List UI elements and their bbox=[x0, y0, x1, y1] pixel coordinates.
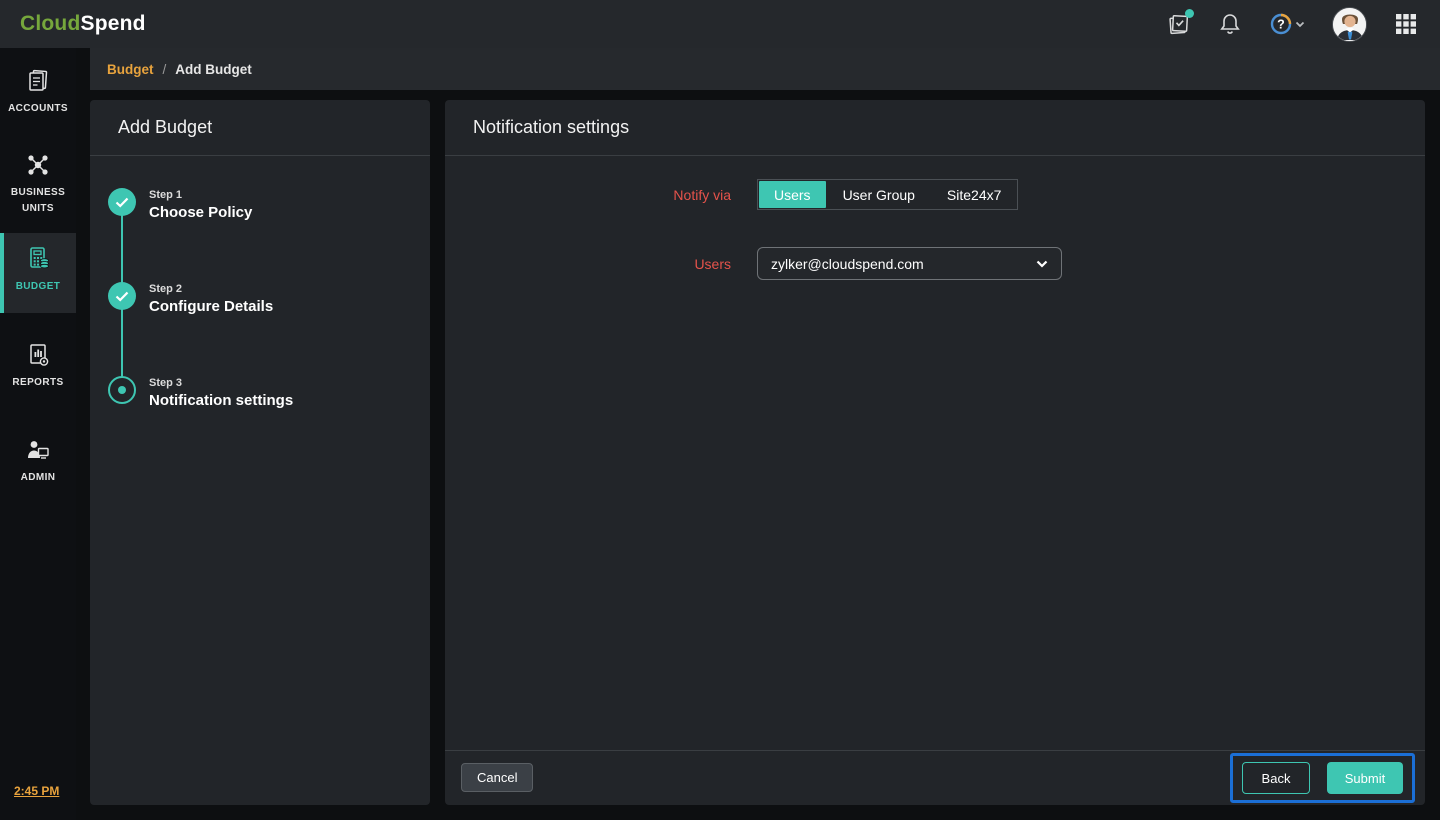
tab-users[interactable]: Users bbox=[759, 181, 826, 208]
business-units-icon bbox=[24, 152, 52, 178]
svg-text:?: ? bbox=[1277, 18, 1285, 32]
tasks-icon[interactable] bbox=[1167, 12, 1191, 36]
users-select-value: zylker@cloudspend.com bbox=[771, 256, 924, 272]
step-number: Step 2 bbox=[149, 283, 273, 295]
step-number: Step 1 bbox=[149, 189, 252, 201]
step-current-dot bbox=[118, 386, 126, 394]
help-menu[interactable]: ? bbox=[1269, 12, 1305, 36]
users-label: Users bbox=[445, 256, 757, 272]
wizard-step-1[interactable]: Step 1 Choose Policy bbox=[108, 188, 430, 282]
chevron-down-icon bbox=[1295, 21, 1305, 28]
breadcrumb-current: Add Budget bbox=[175, 62, 252, 77]
sidebar-nav: ACCOUNTS BUSINESS UNITS bbox=[0, 48, 76, 820]
step-title: Choose Policy bbox=[149, 204, 252, 221]
step-done-icon bbox=[108, 282, 136, 310]
cancel-button[interactable]: Cancel bbox=[461, 763, 533, 792]
help-icon: ? bbox=[1269, 12, 1293, 36]
reports-icon bbox=[25, 342, 51, 368]
notification-settings-panel: Notification settings Notify via Users U… bbox=[445, 100, 1425, 805]
active-indicator bbox=[0, 233, 4, 313]
tab-site24x7[interactable]: Site24x7 bbox=[931, 180, 1017, 209]
form-footer: Cancel Back Submit bbox=[445, 750, 1425, 805]
sidebar-label: BUDGET bbox=[16, 279, 61, 295]
time-link[interactable]: 2:45 PM bbox=[14, 784, 59, 798]
breadcrumb-budget-link[interactable]: Budget bbox=[107, 62, 154, 77]
add-budget-title: Add Budget bbox=[90, 100, 430, 156]
step-current-icon bbox=[108, 376, 136, 404]
notify-via-row: Notify via Users User Group Site24x7 bbox=[445, 179, 1425, 210]
cloudspend-logo[interactable]: CloudSpend bbox=[20, 12, 146, 36]
step-title: Configure Details bbox=[149, 298, 273, 315]
admin-icon bbox=[24, 437, 52, 463]
notifications-bell-icon[interactable] bbox=[1218, 12, 1242, 36]
step-done-icon bbox=[108, 188, 136, 216]
focus-highlight-box: Back Submit bbox=[1230, 753, 1415, 803]
step-number: Step 3 bbox=[149, 377, 293, 389]
sidebar-label: ACCOUNTS bbox=[8, 101, 68, 117]
breadcrumb: Budget / Add Budget bbox=[90, 48, 1440, 90]
sidebar-item-admin[interactable]: ADMIN bbox=[0, 425, 76, 486]
wizard-step-3[interactable]: Step 3 Notification settings bbox=[108, 376, 430, 470]
cloudspend-app: CloudSpend ? bbox=[0, 0, 1440, 820]
chevron-down-icon bbox=[1036, 260, 1048, 268]
sidebar-label: ADMIN bbox=[21, 470, 56, 486]
budget-icon bbox=[25, 245, 52, 272]
logo-spend: Spend bbox=[80, 12, 145, 35]
apps-grid-icon[interactable] bbox=[1394, 12, 1418, 36]
tasks-badge-dot bbox=[1185, 9, 1194, 18]
topbar-actions: ? bbox=[1167, 0, 1418, 48]
notify-via-tabs: Users User Group Site24x7 bbox=[757, 179, 1018, 210]
sidebar-label: BUSINESS UNITS bbox=[0, 185, 76, 217]
back-button[interactable]: Back bbox=[1242, 762, 1310, 794]
accounts-icon bbox=[25, 68, 51, 94]
wizard-step-2[interactable]: Step 2 Configure Details bbox=[108, 282, 430, 376]
sidebar-item-reports[interactable]: REPORTS bbox=[0, 330, 76, 391]
add-budget-panel: Add Budget Step 1 Choose Policy Step 2 C bbox=[90, 100, 430, 805]
sidebar-item-business-units[interactable]: BUSINESS UNITS bbox=[0, 140, 76, 217]
users-row: Users zylker@cloudspend.com bbox=[445, 247, 1425, 280]
tab-user-group[interactable]: User Group bbox=[827, 180, 931, 209]
top-bar: CloudSpend ? bbox=[0, 0, 1440, 48]
notification-settings-title: Notification settings bbox=[445, 100, 1425, 156]
notification-form: Notify via Users User Group Site24x7 Use… bbox=[445, 156, 1425, 280]
sidebar-item-budget[interactable]: BUDGET bbox=[0, 233, 76, 313]
notify-via-label: Notify via bbox=[445, 187, 757, 203]
breadcrumb-separator: / bbox=[163, 62, 167, 77]
logo-cloud: Cloud bbox=[20, 12, 80, 35]
step-title: Notification settings bbox=[149, 392, 293, 409]
user-avatar[interactable] bbox=[1332, 7, 1367, 42]
sidebar-label: REPORTS bbox=[12, 375, 63, 391]
sidebar-item-accounts[interactable]: ACCOUNTS bbox=[0, 56, 76, 117]
users-select[interactable]: zylker@cloudspend.com bbox=[757, 247, 1062, 280]
submit-button[interactable]: Submit bbox=[1327, 762, 1403, 794]
wizard-steps: Step 1 Choose Policy Step 2 Configure De… bbox=[90, 156, 430, 470]
